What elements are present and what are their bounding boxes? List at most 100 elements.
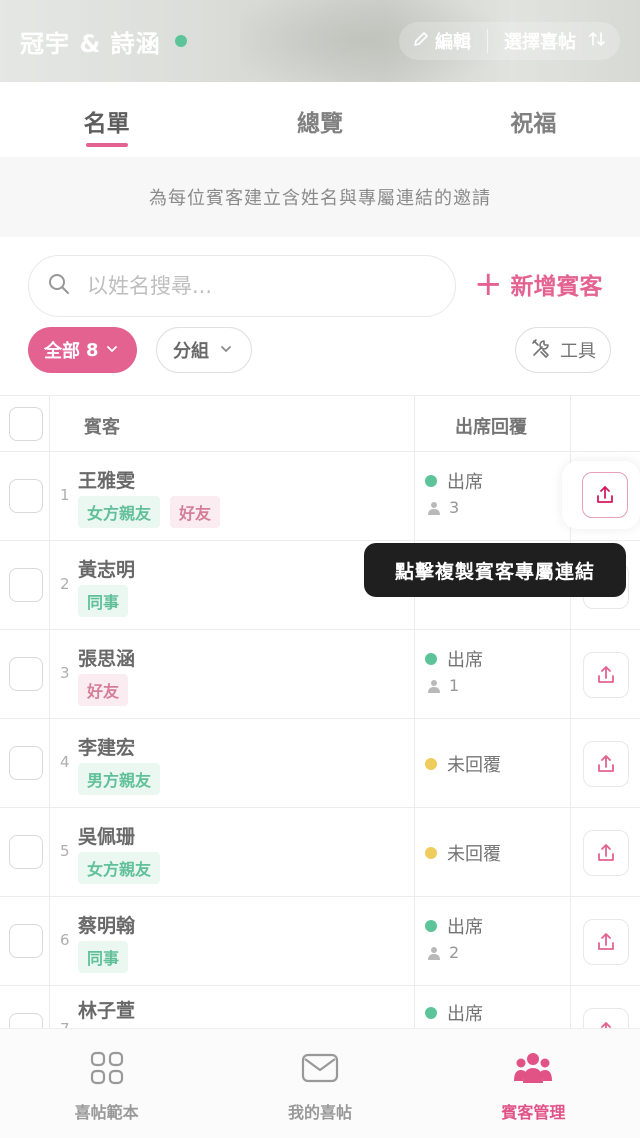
row-share-cell bbox=[571, 808, 640, 896]
row-name-cell: 7 林子萱 bbox=[50, 986, 415, 1028]
filter-all-label: 全部 bbox=[44, 341, 80, 362]
table-row[interactable]: 4 李建宏 男方親友 未回覆 bbox=[0, 719, 640, 808]
online-status-dot bbox=[174, 35, 187, 47]
row-share-cell bbox=[571, 630, 640, 718]
column-header-guest: 賓客 bbox=[84, 417, 120, 438]
share-link-button[interactable] bbox=[583, 1008, 629, 1028]
row-name-cell: 2 黃志明 同事 bbox=[50, 541, 415, 629]
table-header: 賓客 出席回覆 bbox=[0, 396, 640, 452]
row-checkbox[interactable] bbox=[9, 835, 43, 869]
chevron-down-icon bbox=[105, 340, 119, 361]
row-checkbox[interactable] bbox=[9, 924, 43, 958]
chevron-down-icon bbox=[219, 340, 233, 361]
row-check-cell bbox=[0, 719, 50, 807]
row-name-cell: 4 李建宏 男方親友 bbox=[50, 719, 415, 807]
search-box[interactable] bbox=[28, 255, 456, 317]
select-all-checkbox[interactable] bbox=[9, 407, 43, 441]
search-icon bbox=[47, 272, 71, 300]
header-share-cell bbox=[571, 396, 640, 451]
count-text: 3 bbox=[449, 498, 460, 517]
status-text: 出席 bbox=[447, 1004, 483, 1025]
rsvp-status: 未回覆 bbox=[425, 751, 501, 777]
share-link-button[interactable] bbox=[583, 652, 629, 698]
add-guest-button[interactable]: + 新增賓客 bbox=[474, 267, 603, 301]
bottom-nav: 喜帖範本 我的喜帖 賓客管理 bbox=[0, 1028, 640, 1138]
table-row[interactable]: 6 蔡明翰 同事 出席 2 bbox=[0, 897, 640, 986]
add-guest-label: 新增賓客 bbox=[510, 274, 603, 300]
header-actions: 編輯 選擇喜帖 bbox=[399, 22, 620, 60]
rsvp-status: 出席 bbox=[425, 468, 483, 494]
guest-name[interactable]: 蔡明翰 bbox=[78, 911, 135, 938]
table-row[interactable]: 3 張思涵 好友 出席 1 bbox=[0, 630, 640, 719]
header-rsvp-cell: 出席回覆 bbox=[415, 396, 571, 451]
row-checkbox[interactable] bbox=[9, 746, 43, 780]
share-link-button[interactable] bbox=[583, 830, 629, 876]
nav-guest-management[interactable]: 賓客管理 bbox=[427, 1029, 640, 1138]
guest-table: 賓客 出席回覆 1 王雅雯 女方親友 好友 出席 3 2 黃志明 同事 3 張思… bbox=[0, 395, 640, 1028]
tools-button[interactable]: 工具 bbox=[515, 327, 611, 373]
share-icon bbox=[598, 755, 614, 772]
share-link-button[interactable] bbox=[583, 741, 629, 787]
guest-name[interactable]: 王雅雯 bbox=[78, 466, 135, 493]
plus-icon: + bbox=[474, 264, 503, 304]
row-number: 6 bbox=[60, 931, 70, 949]
nav-templates[interactable]: 喜帖範本 bbox=[0, 1029, 213, 1138]
column-header-rsvp: 出席回覆 bbox=[455, 417, 527, 438]
status-dot bbox=[425, 758, 437, 770]
status-text: 未回覆 bbox=[447, 755, 501, 776]
share-link-button[interactable] bbox=[583, 919, 629, 965]
share-icon bbox=[598, 844, 614, 861]
tab-wishes[interactable]: 祝福 bbox=[427, 82, 640, 157]
couple-name-text: 冠宇 & 詩涵 bbox=[20, 29, 161, 58]
tag: 同事 bbox=[78, 941, 129, 973]
header-guest-cell: 賓客 bbox=[50, 396, 415, 451]
share-icon bbox=[598, 933, 614, 950]
rsvp-status: 出席 bbox=[425, 1000, 483, 1026]
table-row[interactable]: 1 王雅雯 女方親友 好友 出席 3 bbox=[0, 452, 640, 541]
row-rsvp-cell: 出席 bbox=[415, 986, 571, 1028]
nav-templates-label: 喜帖範本 bbox=[74, 1103, 139, 1122]
guests-icon bbox=[513, 1051, 553, 1089]
couple-name: 冠宇 & 詩涵 bbox=[20, 24, 187, 59]
share-link-button-highlighted[interactable] bbox=[582, 472, 628, 518]
row-number: 4 bbox=[60, 753, 70, 771]
tag: 好友 bbox=[78, 674, 129, 706]
status-text: 出席 bbox=[447, 472, 483, 493]
guest-name[interactable]: 李建宏 bbox=[78, 733, 135, 760]
tab-bar: 名單 總覽 祝福 bbox=[0, 82, 640, 157]
search-input[interactable] bbox=[87, 274, 407, 298]
tag: 男方親友 bbox=[78, 763, 161, 795]
row-number: 2 bbox=[60, 575, 70, 593]
table-row[interactable]: 5 吳佩珊 女方親友 未回覆 bbox=[0, 808, 640, 897]
row-checkbox[interactable] bbox=[9, 568, 43, 602]
row-number: 5 bbox=[60, 842, 70, 860]
guest-name[interactable]: 林子萱 bbox=[78, 996, 135, 1023]
guest-name[interactable]: 黃志明 bbox=[78, 555, 135, 582]
row-rsvp-cell: 出席 1 bbox=[415, 630, 571, 718]
share-icon bbox=[597, 486, 613, 503]
row-name-cell: 1 王雅雯 女方親友 好友 bbox=[50, 452, 415, 540]
filter-all-count: 8 bbox=[86, 339, 99, 361]
tab-guest-list[interactable]: 名單 bbox=[0, 82, 213, 157]
envelope-icon bbox=[301, 1051, 339, 1089]
row-share-cell bbox=[571, 719, 640, 807]
row-checkbox[interactable] bbox=[9, 1013, 43, 1028]
nav-my-invitations[interactable]: 我的喜帖 bbox=[213, 1029, 426, 1138]
info-banner: 為每位賓客建立含姓名與專屬連結的邀請 bbox=[0, 157, 640, 237]
filter-group-chip[interactable]: 分組 bbox=[156, 327, 252, 373]
guest-name[interactable]: 張思涵 bbox=[78, 644, 135, 671]
row-checkbox[interactable] bbox=[9, 657, 43, 691]
tab-overview[interactable]: 總覽 bbox=[213, 82, 426, 157]
app-header: 冠宇 & 詩涵 編輯 選擇喜帖 bbox=[0, 0, 640, 82]
attendee-count: 1 bbox=[427, 676, 459, 695]
guest-name[interactable]: 吳佩珊 bbox=[78, 822, 135, 849]
select-invitation-button[interactable]: 選擇喜帖 bbox=[504, 28, 606, 54]
table-row[interactable]: 7 林子萱 出席 bbox=[0, 986, 640, 1028]
filter-all-chip[interactable]: 全部 8 bbox=[28, 327, 137, 373]
tools-label: 工具 bbox=[560, 341, 596, 362]
edit-button[interactable]: 編輯 bbox=[413, 28, 471, 54]
tag: 女方親友 bbox=[78, 852, 161, 884]
row-checkbox[interactable] bbox=[9, 479, 43, 513]
guest-tags: 男方親友 bbox=[78, 763, 161, 795]
row-rsvp-cell: 未回覆 bbox=[415, 808, 571, 896]
